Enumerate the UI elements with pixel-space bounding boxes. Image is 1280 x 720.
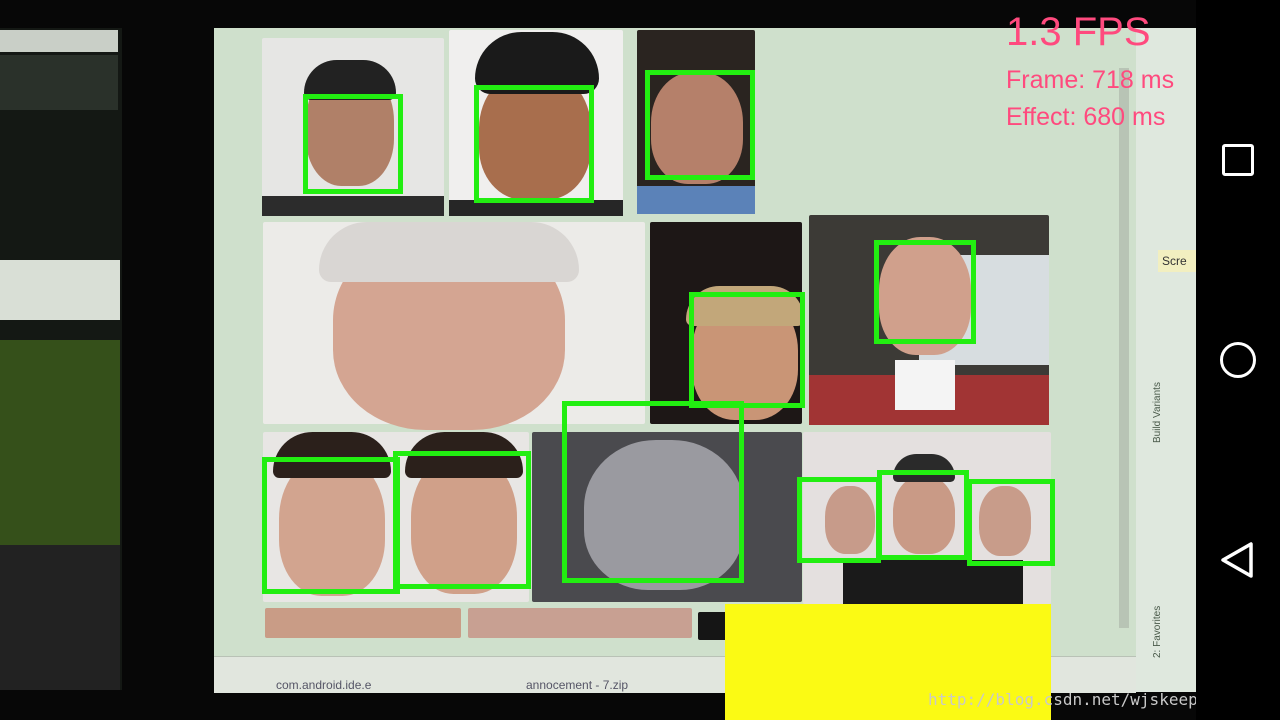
face-detection-box [797, 477, 881, 563]
background-wall-strip [0, 260, 120, 320]
ide-scrollbar [1119, 68, 1129, 628]
recent-apps-button[interactable] [1214, 136, 1262, 184]
photo-tile [468, 608, 692, 638]
ide-side-label: 2: Favorites [1152, 605, 1163, 658]
effect-time-label: Effect: 680 ms [1006, 103, 1166, 131]
face-detection-box [393, 451, 531, 589]
face-detection-box [874, 240, 976, 344]
face-detection-box [689, 292, 805, 408]
face-detection-box [645, 70, 755, 180]
photo-tile [265, 608, 461, 638]
ide-tooltip: Scre [1158, 250, 1196, 272]
background-wall-strip [0, 545, 120, 690]
face-detection-box [474, 85, 594, 203]
circle-home-icon [1220, 342, 1256, 378]
ide-side-label: Build Variants [1152, 382, 1163, 443]
square-recent-apps-icon [1222, 144, 1254, 176]
face-detection-box [262, 457, 400, 594]
background-wall-strip [0, 30, 118, 52]
photo-tile [698, 612, 728, 640]
background-wall-strip [0, 340, 120, 545]
taskbar-item: annocement - 7.zip [526, 678, 629, 692]
background-wall-strip [0, 55, 118, 110]
back-button[interactable] [1214, 536, 1262, 584]
photo-tile [263, 222, 645, 430]
navigation-bar [1196, 0, 1280, 720]
face-detection-box [967, 479, 1055, 566]
taskbar-item: com.android.ide.e [276, 678, 372, 692]
face-detection-box [562, 401, 744, 583]
camera-preview: Scre Build Variants 2: Favorites com.and… [0, 0, 1196, 720]
face-detection-box [877, 470, 969, 560]
fps-counter: 1.3 FPS [1006, 10, 1151, 54]
home-button[interactable] [1214, 336, 1262, 384]
triangle-back-icon [1221, 542, 1253, 578]
face-detection-box [303, 94, 403, 194]
frame-time-label: Frame: 718 ms [1006, 66, 1175, 94]
